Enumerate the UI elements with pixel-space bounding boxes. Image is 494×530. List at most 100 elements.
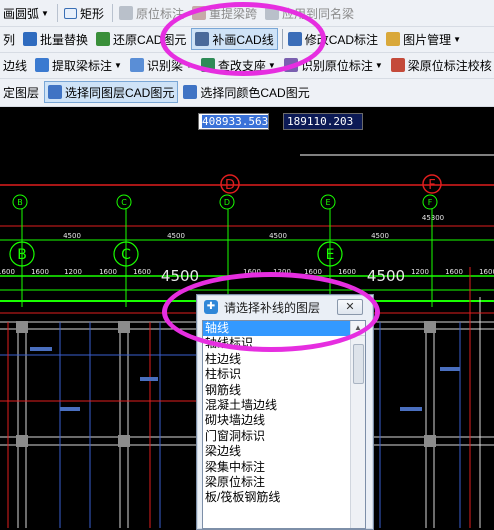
scroll-thumb[interactable] [353, 344, 364, 384]
dim-1600-b: 1600 [31, 268, 49, 276]
draw-arc-label: 画圆弧 [3, 6, 40, 21]
restore-cad-label: 还原CAD图元 [113, 32, 187, 47]
toolbar-divider [281, 29, 283, 49]
dim-1600-a: 1600 [0, 268, 15, 276]
origin-annotation-button[interactable]: 原位标注 [116, 2, 187, 24]
axis-label-d: D [224, 198, 230, 207]
identify-icon [129, 58, 144, 72]
toolbar-area: 画圆弧 ▼ 矩形 原位标注 重提梁跨 应用到同名梁 列 批量替换 还原CAD图元 … [0, 0, 494, 107]
origin-annotation-icon [118, 6, 133, 20]
annotation-block-1 [30, 347, 52, 351]
dim-1200-c: 1200 [411, 268, 429, 276]
annotation-block-2 [60, 407, 80, 411]
identify-beam-label: 识别梁 [146, 58, 183, 73]
column-2 [118, 321, 130, 333]
list-item[interactable]: 混凝土墙边线 [203, 398, 365, 413]
layer-select-dialog: ✚ 请选择补线的图层 ✕ 轴线 轴线标识 柱边线 柱标识 钢筋线 混凝土墙边线 … [196, 294, 374, 530]
draw-arc-button[interactable]: 画圆弧 ▼ [0, 2, 52, 24]
relift-span-icon [191, 6, 206, 20]
redraw-cad-line-button[interactable]: 补画CAD线 [191, 28, 278, 50]
toolbar-row-2: 列 批量替换 还原CAD图元 补画CAD线 修改CAD标注 图片管理 ▼ [0, 26, 494, 53]
list-item[interactable]: 钢筋线 [203, 383, 365, 398]
identify-origin-label: 识别原位标注 [300, 58, 373, 73]
column-4 [16, 435, 28, 447]
list-item[interactable]: 轴线 [203, 321, 365, 337]
column-5 [118, 435, 130, 447]
apply-same-label: 应用到同名梁 [281, 6, 354, 21]
chevron-down-icon: ▼ [114, 60, 122, 70]
select-same-color-button[interactable]: 选择同颜色CAD图元 [180, 81, 312, 103]
restore-cad-icon [96, 32, 111, 46]
rect-label: 矩形 [79, 6, 104, 21]
image-management-label: 图片管理 [403, 32, 452, 47]
select-same-layer-button[interactable]: 选择同图层CAD图元 [44, 81, 179, 103]
check-support-label: 查改支座 [217, 58, 266, 73]
chevron-down-icon: ▼ [184, 60, 193, 70]
batch-replace-icon [23, 32, 38, 46]
axis-label-b: B [17, 198, 23, 207]
dim-1600-c: 1600 [99, 268, 117, 276]
list-item[interactable]: 轴线标识 [203, 336, 365, 351]
list-item[interactable]: 门窗洞标识 [203, 429, 365, 444]
list-item[interactable]: 梁原位标注 [203, 475, 365, 490]
list-item[interactable]: 柱边线 [203, 352, 365, 367]
dim-4500-1: 4500 [63, 232, 81, 240]
restore-cad-button[interactable]: 还原CAD图元 [93, 28, 189, 50]
toolbar-row-4: 定图层 选择同图层CAD图元 选择同颜色CAD图元 [0, 78, 494, 107]
toolbar-row-3: 边线 提取梁标注 ▼ 识别梁 ▼ 查改支座 ▼ 识别原位标注 ▼ 梁原位标注校核 [0, 52, 494, 79]
rect-button[interactable]: 矩形 [61, 2, 107, 24]
layer-listbox[interactable]: 轴线 轴线标识 柱边线 柱标识 钢筋线 混凝土墙边线 砌块墙边线 门窗洞标识 梁… [202, 320, 366, 529]
identify-beam-button[interactable]: 识别梁 ▼ [127, 54, 196, 76]
check-support-button[interactable]: 查改支座 ▼ [198, 54, 279, 76]
modify-annotation-label: 修改CAD标注 [304, 32, 379, 47]
dim-4500-3: 4500 [269, 232, 287, 240]
list-scrollbar[interactable]: ▲ [350, 321, 365, 528]
relift-span-label: 重提梁跨 [208, 6, 257, 21]
column-1 [16, 321, 28, 333]
batch-replace-button[interactable]: 批量替换 [20, 28, 91, 50]
redraw-cad-label: 补画CAD线 [212, 32, 274, 47]
list-item[interactable]: 板/筏板钢筋线 [203, 490, 365, 505]
axis-label-f-top: F [428, 178, 435, 193]
select-layer-icon [48, 85, 63, 99]
list-item[interactable]: 柱标识 [203, 367, 365, 382]
beam-origin-check-button[interactable]: 梁原位标注校核 [388, 54, 494, 76]
scroll-up-icon[interactable]: ▲ [351, 321, 365, 336]
extract-icon [35, 58, 50, 72]
axis-label-e: E [325, 198, 330, 207]
modify-cad-annotation-button[interactable]: 修改CAD标注 [285, 28, 381, 50]
column-button[interactable]: 列 [0, 28, 18, 50]
list-item[interactable]: 梁边线 [203, 444, 365, 459]
select-same-layer-label: 选择同图层CAD图元 [65, 85, 175, 100]
annotation-block-5 [440, 367, 460, 371]
column-label: 列 [3, 32, 16, 47]
dim-4500-4: 4500 [371, 232, 389, 240]
dim-4500-2: 4500 [167, 232, 185, 240]
chevron-down-icon: ▼ [453, 34, 461, 44]
chevron-down-icon: ▼ [41, 8, 49, 18]
identify-origin-annotation-button[interactable]: 识别原位标注 ▼ [281, 54, 386, 76]
dim-1600-d: 1600 [133, 268, 151, 276]
list-item[interactable]: 砌块墙边线 [203, 413, 365, 428]
axis-label-d-top: D [225, 178, 235, 193]
dialog-title: 请选择补线的图层 [224, 300, 321, 315]
apply-same-name-button[interactable]: 应用到同名梁 [262, 2, 357, 24]
beam-check-icon [390, 58, 405, 72]
dim-1200-b: 1200 [273, 268, 291, 276]
annotation-block-4 [400, 407, 422, 411]
select-color-icon [183, 85, 198, 99]
edge-line-button[interactable]: 边线 [0, 54, 30, 76]
modify-annotation-icon [287, 32, 302, 46]
list-item[interactable]: 梁集中标注 [203, 460, 365, 475]
redraw-line-icon [195, 32, 210, 46]
toolbar-divider [56, 4, 58, 22]
dim-large-1: 4500 [161, 267, 199, 285]
extract-beam-annotation-button[interactable]: 提取梁标注 ▼ [32, 54, 125, 76]
image-management-button[interactable]: 图片管理 ▼ [383, 28, 464, 50]
close-button[interactable]: ✕ [337, 299, 363, 315]
set-layer-button[interactable]: 定图层 [0, 81, 42, 103]
chevron-down-icon: ▼ [267, 60, 276, 70]
origin-annotation-label: 原位标注 [135, 6, 184, 21]
relift-span-button[interactable]: 重提梁跨 [189, 2, 260, 24]
axis-label-f: F [428, 198, 433, 207]
